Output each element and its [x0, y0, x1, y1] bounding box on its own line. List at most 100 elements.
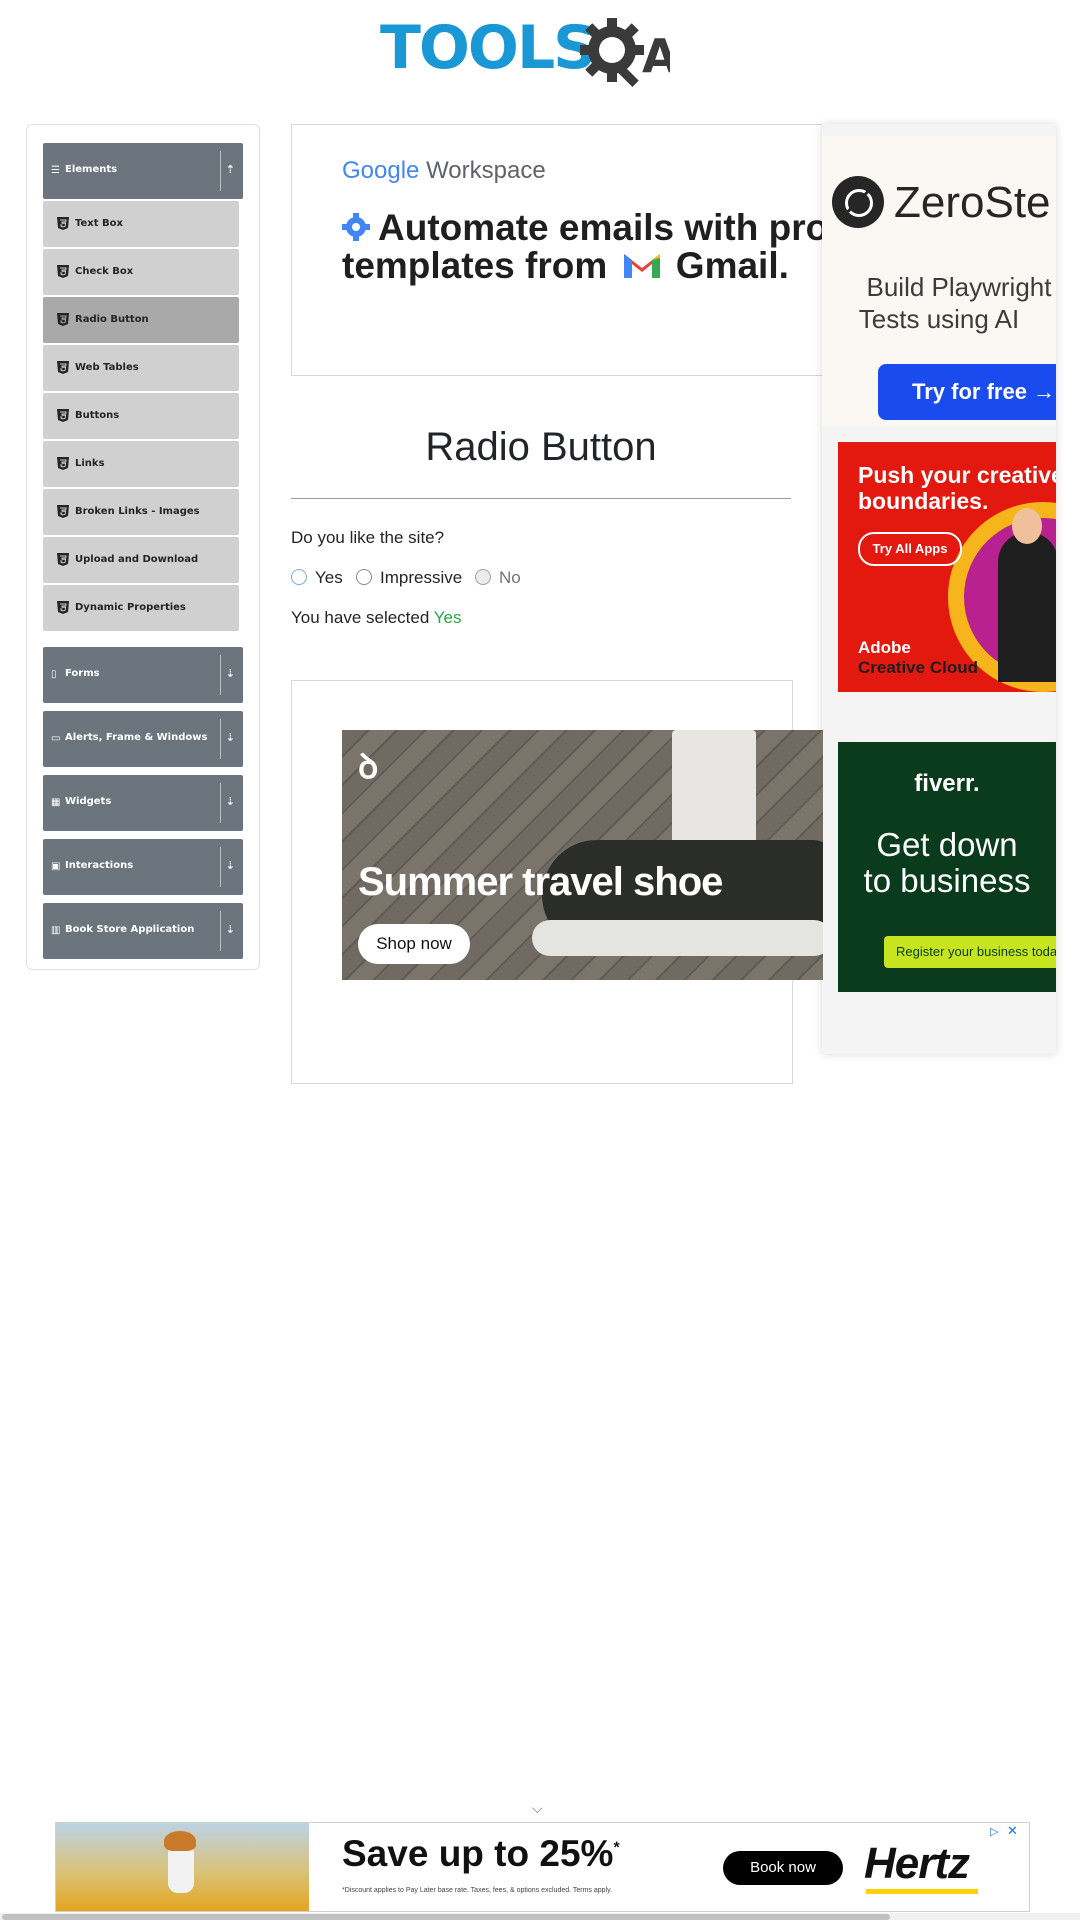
- workspace-headline-text: templates from: [342, 245, 608, 286]
- divider: [220, 151, 221, 191]
- sidebar-item-web-tables[interactable]: Web Tables: [43, 345, 239, 391]
- page-title: Radio Button: [425, 425, 657, 469]
- gear-icon: [342, 213, 370, 241]
- divider: [220, 847, 221, 887]
- workspace-headline-line1: Automate emails with pro: [378, 207, 826, 248]
- sidebar-item-label: Text Box: [75, 218, 123, 229]
- html5-icon: [57, 313, 69, 326]
- sidebar-group-label: Interactions: [65, 860, 134, 871]
- sidebar-item-upload-download[interactable]: Upload and Download: [43, 537, 239, 583]
- sidebar-group-forms[interactable]: ▯ Forms ⇣: [43, 647, 243, 703]
- adobe-art-face: [1012, 508, 1042, 544]
- zerostep-try-button[interactable]: Try for free →: [878, 364, 1056, 420]
- html5-icon: [57, 361, 69, 374]
- hertz-ad-photo: [56, 1823, 309, 1911]
- zerostep-brand: ZeroSte: [894, 178, 1051, 227]
- interactions-icon: ▣: [51, 861, 61, 872]
- adobe-try-button[interactable]: Try All Apps: [858, 532, 962, 566]
- list-icon: ☰: [51, 165, 60, 176]
- radio-yes-label[interactable]: Yes: [315, 568, 343, 588]
- window-icon: ▭: [51, 733, 61, 744]
- radio-question: Do you like the site?: [291, 528, 445, 547]
- hertz-book-button[interactable]: Book now: [723, 1851, 843, 1885]
- google-workspace-ad[interactable]: Google Workspace Automate emails with pr…: [291, 124, 826, 376]
- bookstore-icon: ▥: [51, 925, 61, 936]
- html5-icon: [57, 601, 69, 614]
- divider: [220, 719, 221, 759]
- title-divider: [291, 498, 791, 499]
- logo-text: TOOLS: [380, 13, 596, 83]
- chevron-down-icon[interactable]: ⌵: [532, 1800, 543, 1817]
- sidebar-item-buttons[interactable]: Buttons: [43, 393, 239, 439]
- fiverr-headline-line2: to business: [863, 862, 1031, 899]
- radio-impressive-input[interactable]: [356, 569, 372, 585]
- sidebar-item-links[interactable]: Links: [43, 441, 239, 487]
- chevron-down-icon: ⇣: [225, 667, 235, 680]
- close-icon[interactable]: ✕: [1007, 1823, 1018, 1839]
- radio-no-label: No: [499, 568, 521, 587]
- zerostep-tagline-line2: Tests using AI: [858, 304, 1020, 334]
- fiverr-brand: fiverr.: [914, 770, 980, 797]
- sidebar-item-label: Web Tables: [75, 362, 139, 373]
- sidebar-item-label: Check Box: [75, 266, 134, 277]
- fiverr-ad[interactable]: fiverr. Get down to business Register yo…: [838, 742, 1056, 992]
- html5-icon: [57, 457, 69, 470]
- chevron-down-icon: ⇣: [225, 859, 235, 872]
- adobe-brand-line2: Creative Cloud: [858, 658, 978, 677]
- adobe-ad[interactable]: Push your creative boundaries. Try All A…: [838, 442, 1056, 692]
- sidebar: ☰ Elements ⇡ Text Box Check Box Radio Bu…: [26, 124, 260, 970]
- html5-icon: [57, 553, 69, 566]
- sidebar-item-label: Broken Links - Images: [75, 506, 200, 517]
- sidebar-item-text-box[interactable]: Text Box: [43, 201, 239, 247]
- divider: [220, 783, 221, 823]
- chevron-down-icon: ⇣: [225, 731, 235, 744]
- radio-impressive-label[interactable]: Impressive: [380, 568, 462, 588]
- shoe-ad-shop-button[interactable]: Shop now: [358, 924, 470, 964]
- adchoices-icon[interactable]: ▷: [990, 1825, 998, 1838]
- sidebar-item-check-box[interactable]: Check Box: [43, 249, 239, 295]
- sidebar-group-book-store[interactable]: ▥ Book Store Application ⇣: [43, 903, 243, 959]
- gear-magnifier-icon: A: [580, 18, 670, 88]
- sidebar-item-dynamic-properties[interactable]: Dynamic Properties: [43, 585, 239, 631]
- hertz-disclaimer: *Discount applies to Pay Later base rate…: [342, 1887, 613, 1894]
- hertz-headline: Save up to 25%*: [342, 1833, 620, 1875]
- scrollbar-thumb[interactable]: [2, 1914, 890, 1920]
- zerostep-tagline-line1: Build Playwright: [866, 272, 1052, 302]
- sidebar-group-label: Widgets: [65, 796, 112, 807]
- adobe-brand-line1: Adobe: [858, 638, 911, 657]
- sidebar-item-radio-button[interactable]: Radio Button: [43, 297, 239, 343]
- hertz-ad[interactable]: Save up to 25%* *Discount applies to Pay…: [55, 1822, 1030, 1912]
- hertz-brand-underline: [866, 1889, 978, 1894]
- widgets-icon: ▦: [51, 797, 61, 808]
- divider: [220, 911, 221, 951]
- adobe-art-person: [998, 532, 1056, 682]
- chevron-down-icon: ⇣: [225, 923, 235, 936]
- zerostep-ad[interactable]: ZeroSte Build Playwright Tests using AI …: [822, 136, 1056, 426]
- on-logo-icon: ꝺ: [358, 748, 379, 786]
- sidebar-group-label: Forms: [65, 668, 100, 679]
- sidebar-group-interactions[interactable]: ▣ Interactions ⇣: [43, 839, 243, 895]
- sidebar-group-label: Book Store Application: [65, 924, 195, 935]
- sidebar-group-label: Alerts, Frame & Windows: [65, 732, 208, 743]
- logo-suffix: A: [642, 29, 670, 83]
- sidebar-group-alerts[interactable]: ▭ Alerts, Frame & Windows ⇣: [43, 711, 243, 767]
- radio-yes-input[interactable]: [291, 569, 307, 585]
- fiverr-register-button[interactable]: Register your business today: [884, 936, 1056, 968]
- selection-result: You have selected Yes: [291, 608, 461, 628]
- on-shoe-ad[interactable]: ꝺ Summer travel shoe Shop now: [342, 730, 823, 980]
- sidebar-group-widgets[interactable]: ▦ Widgets ⇣: [43, 775, 243, 831]
- workspace-wordmark: Workspace: [426, 157, 546, 184]
- html5-icon: [57, 409, 69, 422]
- zerostep-logo-icon: [832, 176, 884, 228]
- html5-icon: [57, 265, 69, 278]
- hertz-headline-text: Save up to 25%: [342, 1833, 614, 1874]
- gmail-icon: [623, 254, 660, 278]
- sidebar-item-label: Radio Button: [75, 314, 149, 325]
- sidebar-group-elements[interactable]: ☰ Elements ⇡: [43, 143, 243, 199]
- toolsqa-logo[interactable]: TOOLS A: [380, 14, 700, 94]
- sidebar-item-broken-links[interactable]: Broken Links - Images: [43, 489, 239, 535]
- hertz-ad-hat: [164, 1831, 196, 1851]
- chevron-up-icon: ⇡: [225, 163, 235, 176]
- hertz-asterisk: *: [613, 1839, 620, 1857]
- workspace-headline-gmail: Gmail.: [675, 245, 789, 286]
